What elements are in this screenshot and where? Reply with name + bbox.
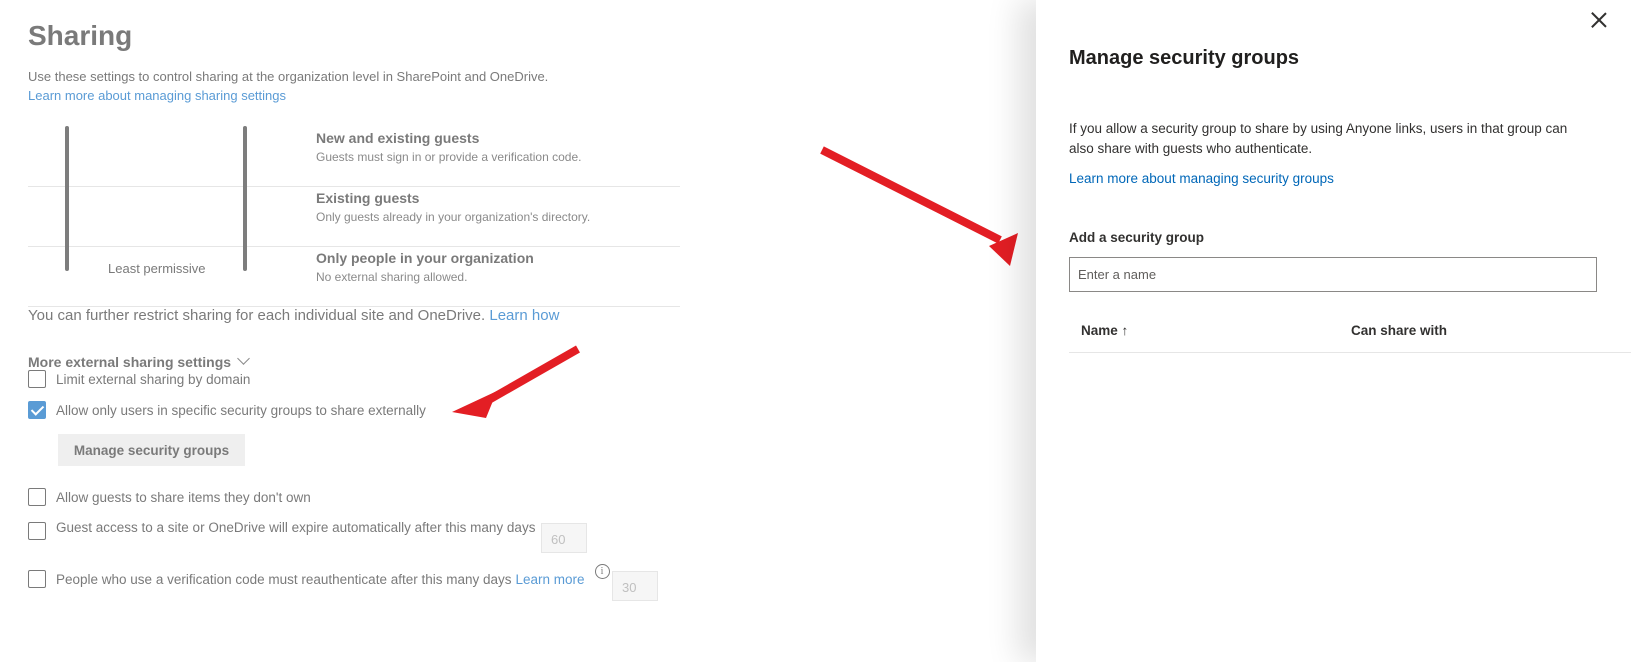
level-title: Only people in your organization [316,250,534,266]
page-description: Use these settings to control sharing at… [28,69,549,84]
level-description: No external sharing allowed. [316,270,468,284]
panel-title: Manage security groups [1069,47,1300,69]
sharing-level-only-organization[interactable]: Only people in your organization No exte… [28,246,680,307]
sharing-level-new-and-existing-guests[interactable]: New and existing guests Guests must sign… [28,126,680,187]
sharing-settings-page: Sharing Use these settings to control sh… [0,0,1040,662]
onedrive-slider-track[interactable] [243,126,247,271]
page-title: Sharing [28,20,133,51]
limit-domain-checkbox[interactable] [28,370,46,388]
more-external-sharing-label: More external sharing settings [28,354,232,370]
expire-days-field[interactable]: 60 [541,523,587,553]
option-label: Allow guests to share items they don't o… [56,489,311,505]
reauth-days-field[interactable]: 30 [612,571,658,601]
level-title: Existing guests [316,190,420,206]
option-label: People who use a verification code must … [56,571,512,587]
level-description: Only guests already in your organization… [316,210,591,224]
learn-more-security-groups-link[interactable]: Learn more about managing security group… [1069,171,1334,186]
least-permissive-label: Least permissive [108,261,206,276]
restrict-text: You can further restrict sharing for eac… [28,307,486,324]
option-specific-security-groups: Allow only users in specific security gr… [28,401,426,419]
manage-security-groups-panel: Manage security groups If you allow a se… [1036,0,1631,662]
restrict-sharing-text: You can further restrict sharing for eac… [28,307,559,324]
option-guest-access-expire: Guest access to a site or OneDrive will … [28,519,536,540]
more-external-sharing-toggle[interactable]: More external sharing settings [28,352,250,370]
security-groups-table-header: Name ↑ Can share with [1069,314,1631,353]
column-header-can-share-with[interactable]: Can share with [1351,323,1447,338]
manage-security-groups-button[interactable]: Manage security groups [58,434,245,466]
sharing-level-slider: New and existing guests Guests must sign… [28,126,680,307]
reauthenticate-checkbox[interactable] [28,570,46,588]
info-icon[interactable]: i [594,563,610,579]
option-label: Guest access to a site or OneDrive will … [56,519,536,535]
option-label: Allow only users in specific security gr… [56,402,426,418]
add-security-group-label: Add a security group [1069,230,1205,245]
learn-how-link[interactable]: Learn how [489,307,559,324]
option-guests-share-items: Allow guests to share items they don't o… [28,488,311,506]
learn-more-sharing-link[interactable]: Learn more about managing sharing settin… [28,88,286,103]
security-groups-checkbox[interactable] [28,401,46,419]
guest-expire-checkbox[interactable] [28,522,46,540]
guests-share-checkbox[interactable] [28,488,46,506]
option-reauthenticate: People who use a verification code must … [28,563,610,588]
column-header-name[interactable]: Name ↑ [1081,323,1128,338]
sharing-level-existing-guests[interactable]: Existing guests Only guests already in y… [28,186,680,247]
close-icon[interactable] [1589,10,1609,30]
panel-description: If you allow a security group to share b… [1069,121,1568,156]
option-limit-by-domain: Limit external sharing by domain [28,370,250,388]
learn-more-link[interactable]: Learn more [516,572,585,587]
level-title: New and existing guests [316,130,480,146]
chevron-down-icon [237,352,250,365]
option-label: Limit external sharing by domain [56,371,251,387]
security-group-name-input[interactable] [1069,257,1597,292]
sharepoint-slider-track[interactable] [65,126,69,271]
level-description: Guests must sign in or provide a verific… [316,150,582,164]
